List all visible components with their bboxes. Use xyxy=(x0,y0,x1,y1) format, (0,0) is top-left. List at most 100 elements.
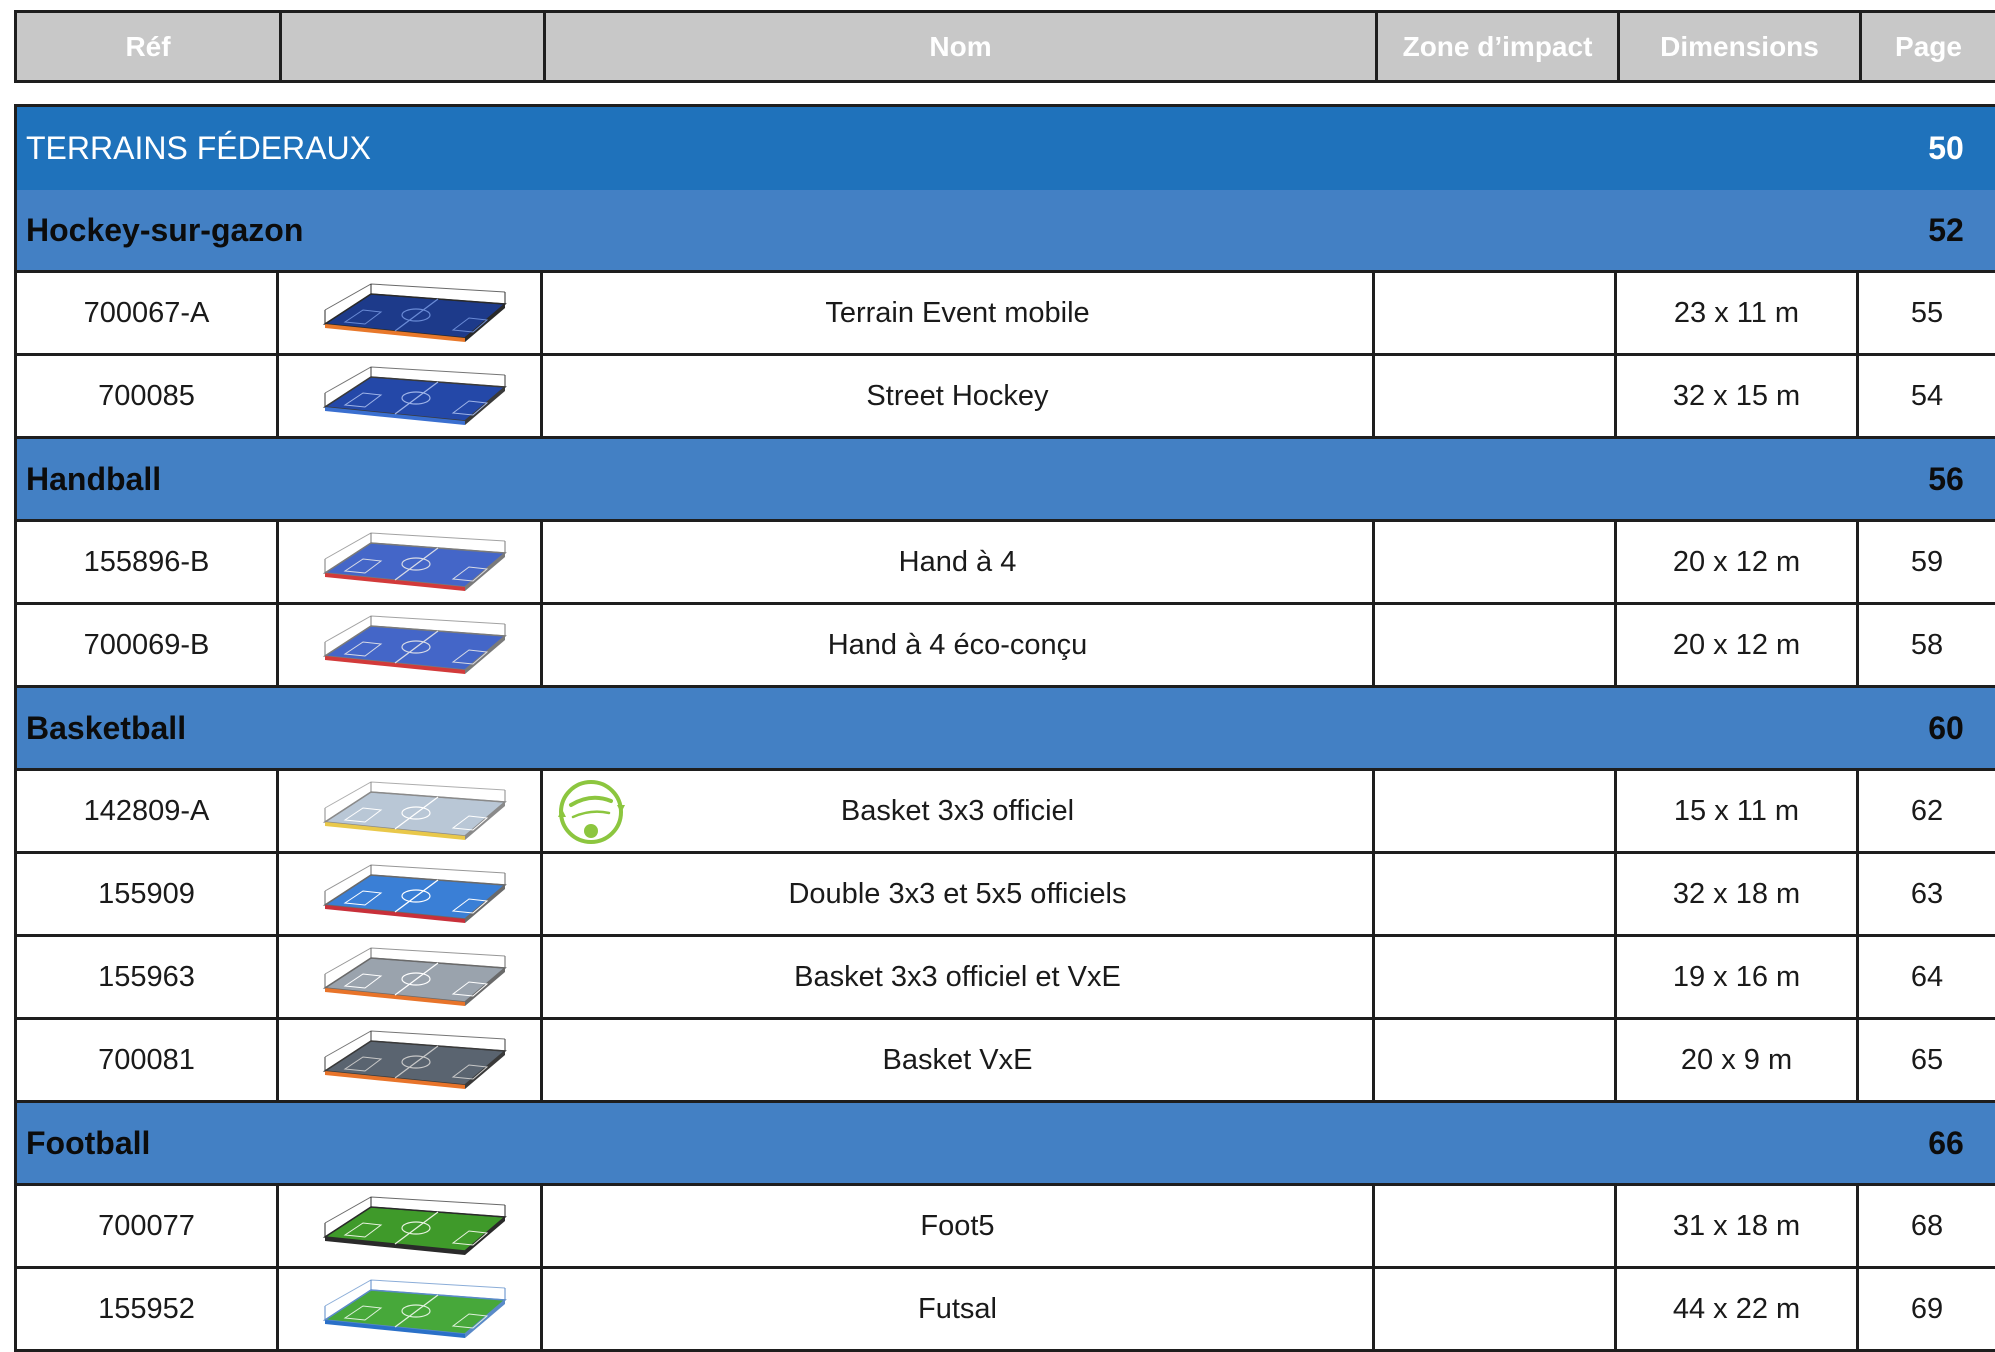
page-cell: 59 xyxy=(1910,545,1944,578)
court-thumbnail xyxy=(322,283,507,342)
name-cell: Hand à 4 éco-conçu xyxy=(543,605,1375,685)
product-name: Street Hockey xyxy=(866,379,1049,412)
zone-cell xyxy=(1375,1186,1617,1266)
name-cell: Foot5 xyxy=(543,1186,1375,1266)
section-title: TERRAINS FÉDERAUX xyxy=(26,130,371,166)
product-name: Basket 3x3 officiel xyxy=(840,794,1075,827)
page-cell: 62 xyxy=(1910,794,1944,827)
zone-cell xyxy=(1375,522,1617,602)
header-page: Page xyxy=(1895,30,1962,62)
page-cell: 58 xyxy=(1910,628,1944,661)
image-cell xyxy=(279,605,543,685)
zone-cell xyxy=(1375,1269,1617,1349)
product-name: Basket 3x3 officiel et VxE xyxy=(794,960,1121,993)
category-page: 66 xyxy=(1928,1124,1964,1161)
name-cell: Hand à 4 xyxy=(543,522,1375,602)
image-cell xyxy=(279,937,543,1017)
image-cell xyxy=(279,1269,543,1349)
page-cell: 68 xyxy=(1910,1209,1944,1242)
category-name: Football xyxy=(26,1124,151,1161)
image-cell xyxy=(279,854,543,934)
name-cell: Basket VxE xyxy=(543,1020,1375,1100)
category-page: 56 xyxy=(1928,460,1964,497)
court-thumbnail xyxy=(322,1279,507,1338)
dimensions-cell: 19 x 16 m xyxy=(1617,937,1859,1017)
court-thumbnail xyxy=(322,532,507,591)
name-cell: Double 3x3 et 5x5 officiels xyxy=(543,854,1375,934)
category-row: Football 66 xyxy=(17,1103,1995,1186)
court-thumbnail xyxy=(322,781,507,840)
ref-cell: 155896-B xyxy=(17,522,279,602)
name-cell: Futsal xyxy=(543,1269,1375,1349)
header-zone: Zone d’impact xyxy=(1378,13,1620,80)
category-page: 60 xyxy=(1928,709,1964,746)
table-row: 700085 Street Hockey 32 x 15 m 54 xyxy=(17,356,1995,439)
dimensions-cell: 31 x 18 m xyxy=(1617,1186,1859,1266)
dimensions-cell: 44 x 22 m xyxy=(1617,1269,1859,1349)
ref-cell: 700081 xyxy=(17,1020,279,1100)
ref-cell: 700077 xyxy=(17,1186,279,1266)
page-cell: 63 xyxy=(1910,877,1944,910)
zone-cell xyxy=(1375,605,1617,685)
zone-cell xyxy=(1375,854,1617,934)
image-cell xyxy=(279,771,543,851)
category-row: Basketball 60 xyxy=(17,688,1995,771)
table-row: 700077 Foot5 31 x 18 m 68 xyxy=(17,1186,1995,1269)
image-cell xyxy=(279,356,543,436)
table-row: 155896-B Hand à 4 20 x 12 m 59 xyxy=(17,522,1995,605)
category-row: Handball 56 xyxy=(17,439,1995,522)
dimensions-cell: 32 x 15 m xyxy=(1617,356,1859,436)
ref-cell: 700069-B xyxy=(17,605,279,685)
category-name: Handball xyxy=(26,460,162,497)
table-row: 155909 Double 3x3 et 5x5 officiels 32 x 1… xyxy=(17,854,1995,937)
name-cell: Street Hockey xyxy=(543,356,1375,436)
page-cell: 65 xyxy=(1910,1043,1944,1076)
category-name: Hockey-sur-gazon xyxy=(26,211,304,248)
header-dimensions: Dimensions xyxy=(1620,13,1862,80)
zone-cell xyxy=(1375,937,1617,1017)
name-cell: Terrain Event mobile xyxy=(543,273,1375,353)
table-row: 700069-B Hand à 4 éco-conçu 20 x 12 m 58 xyxy=(17,605,1995,688)
category-name: Basketball xyxy=(26,709,187,746)
court-thumbnail xyxy=(322,864,507,923)
dimensions-cell: 20 x 12 m xyxy=(1617,522,1859,602)
court-thumbnail xyxy=(322,366,507,425)
zone-cell xyxy=(1375,771,1617,851)
product-name: Basket VxE xyxy=(882,1043,1033,1076)
table-row: 700081 Basket VxE 20 x 9 m 65 xyxy=(17,1020,1995,1103)
ref-cell: 155963 xyxy=(17,937,279,1017)
court-thumbnail xyxy=(322,615,507,674)
product-name: Hand à 4 xyxy=(898,545,1017,578)
page-cell: 54 xyxy=(1910,379,1944,412)
court-thumbnail xyxy=(322,1196,507,1255)
dimensions-cell: 23 x 11 m xyxy=(1617,273,1859,353)
image-cell xyxy=(279,1186,543,1266)
table-row: 142809-A Basket 3x3 officiel 15 x 11 m 62 xyxy=(17,771,1995,854)
court-thumbnail xyxy=(322,1030,507,1089)
category-page: 52 xyxy=(1928,211,1964,248)
image-cell xyxy=(279,522,543,602)
name-cell: Basket 3x3 officiel et VxE xyxy=(543,937,1375,1017)
catalog-table: TERRAINS FÉDERAUX 50 Hockey-sur-gazon 52 7… xyxy=(14,104,1995,1352)
product-name: Foot5 xyxy=(920,1209,995,1242)
zone-cell xyxy=(1375,1020,1617,1100)
zone-cell xyxy=(1375,273,1617,353)
header-image xyxy=(282,13,546,80)
ref-cell: 155909 xyxy=(17,854,279,934)
product-name: Futsal xyxy=(918,1292,997,1325)
eco-concu-badge-icon xyxy=(558,780,625,844)
image-cell xyxy=(279,1020,543,1100)
product-name: Hand à 4 éco-conçu xyxy=(827,628,1088,661)
page-cell: 64 xyxy=(1910,960,1944,993)
ref-cell: 700067-A xyxy=(17,273,279,353)
ref-cell: 142809-A xyxy=(17,771,279,851)
zone-cell xyxy=(1375,356,1617,436)
table-header: Réf Nom Zone d’impact Dimensions Page xyxy=(14,10,1995,83)
product-name: Terrain Event mobile xyxy=(825,296,1090,329)
table-row: 700067-A Terrain Event mobile 23 x 11 m 55 xyxy=(17,273,1995,356)
dimensions-cell: 32 x 18 m xyxy=(1617,854,1859,934)
category-row: Hockey-sur-gazon 52 xyxy=(17,190,1995,273)
header-nom: Nom xyxy=(546,13,1378,80)
ref-cell: 700085 xyxy=(17,356,279,436)
name-cell: Basket 3x3 officiel xyxy=(543,771,1375,851)
